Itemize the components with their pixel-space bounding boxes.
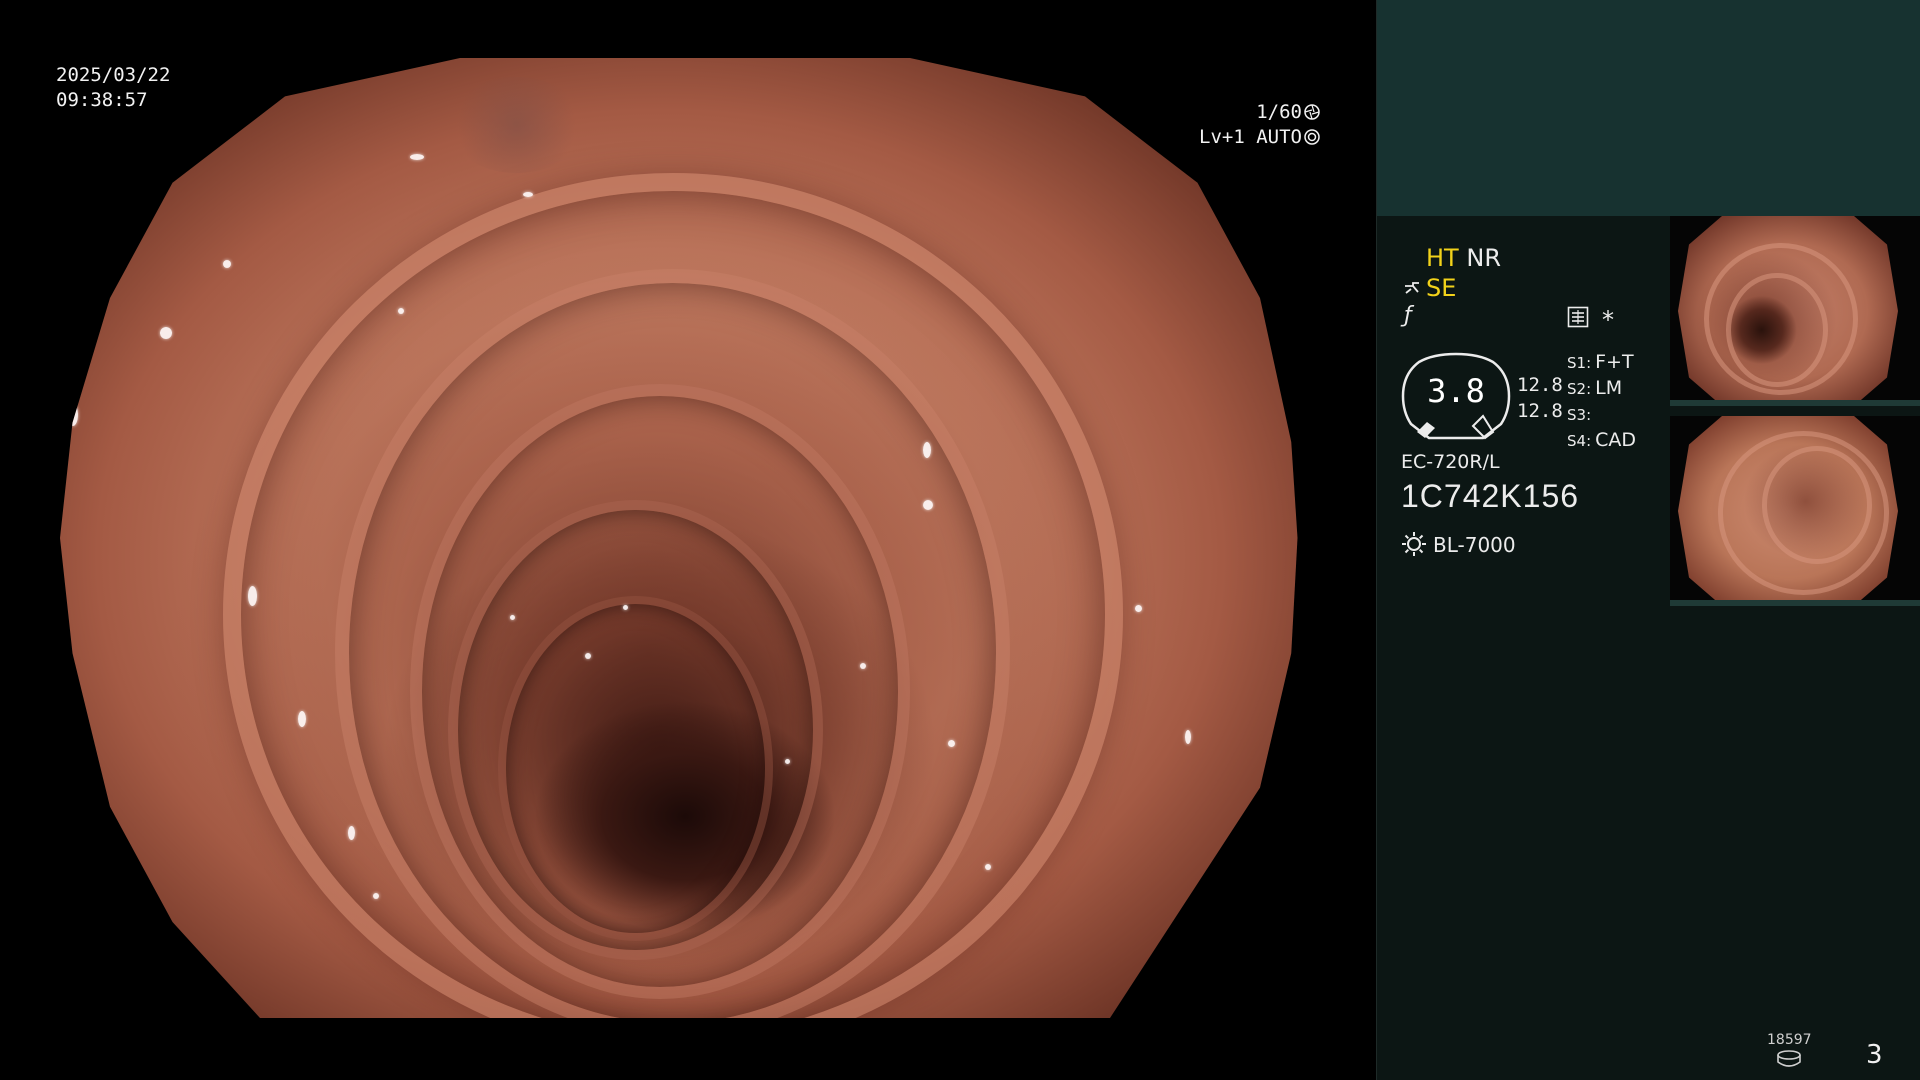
specular-highlight	[160, 326, 172, 339]
iris-value-2: 12.8	[1517, 400, 1563, 422]
specular-highlight	[922, 499, 933, 510]
switch-row-3: S3:	[1567, 406, 1592, 424]
specular-highlight	[860, 662, 866, 669]
exposure-icon	[1304, 129, 1320, 145]
info-panel-header	[1377, 0, 1920, 216]
exposure-readout: 1/60 Lv+1 AUTO	[1199, 100, 1320, 150]
thumbnail-fold	[1726, 273, 1828, 387]
level-label: Lv+1	[1199, 126, 1245, 148]
nr-mode-label: NR	[1466, 244, 1501, 272]
menu-list-icon	[1567, 306, 1589, 328]
specular-highlight	[247, 586, 257, 606]
light-source-label: BL-7000	[1433, 533, 1516, 557]
mucosal-fold	[410, 384, 910, 999]
endoscope-tip-icon	[1405, 282, 1419, 294]
mucosal-fold	[497, 595, 773, 942]
shutter-speed-label: 1/60	[1256, 101, 1302, 123]
captured-thumbnail-2[interactable]	[1670, 416, 1920, 606]
specular-highlight	[397, 307, 404, 314]
specular-highlight	[297, 710, 306, 727]
captured-thumbnail-1[interactable]	[1670, 216, 1920, 406]
aperture-icon	[1304, 104, 1320, 120]
function-icon: ƒ	[1404, 303, 1412, 328]
light-source-line: BL-7000	[1401, 531, 1516, 557]
thumbnail-fold	[1761, 446, 1872, 565]
specular-highlight	[585, 653, 591, 660]
specular-highlight	[222, 259, 231, 268]
zoom-value: 3.8	[1427, 372, 1485, 410]
thumbnail-bar	[1670, 400, 1920, 406]
specular-highlight	[372, 893, 379, 900]
disk-icon	[1777, 1050, 1801, 1067]
iris-values: 12.8 12.8	[1517, 372, 1563, 424]
scope-serial-label: 1C742K156	[1401, 478, 1580, 514]
switch-row-4: S4: CAD	[1567, 429, 1637, 451]
image-counter: 18597	[1767, 1032, 1812, 1048]
specular-highlight	[922, 442, 931, 458]
structure-enhance-line: SE	[1404, 274, 1456, 302]
star-marker: *	[1602, 306, 1614, 334]
image-mode-line: HT NR	[1426, 244, 1501, 272]
timestamp: 2025/03/22 09:38:57	[56, 63, 170, 113]
switch-row-1: S1: F+T	[1567, 351, 1634, 373]
scope-model-label: EC-720R/L	[1401, 451, 1500, 473]
date-label: 2025/03/22	[56, 64, 171, 86]
sun-icon	[1402, 532, 1426, 556]
endoscope-live-view	[60, 58, 1298, 1018]
specular-highlight	[67, 403, 78, 426]
ht-mode-label: HT	[1426, 244, 1459, 272]
specular-highlight	[985, 864, 991, 871]
exposure-mode-label: AUTO	[1256, 126, 1302, 148]
mucosal-spot	[447, 77, 585, 174]
thumbnail-image	[1678, 416, 1898, 606]
specular-highlight	[785, 758, 790, 764]
mucosal-fold	[335, 269, 1010, 1018]
specular-highlight	[947, 739, 955, 747]
mucosal-fold	[447, 499, 823, 961]
thumbnail-image	[1678, 216, 1898, 406]
zoom-indicator: 3.8	[1401, 352, 1511, 440]
specular-highlight	[522, 192, 533, 198]
specular-highlight	[510, 614, 515, 620]
menu-icon-wrap	[1567, 306, 1589, 332]
scope-switch-list: S1: F+T S2: LM S3: S4: CAD	[1567, 350, 1636, 454]
specular-highlight	[1185, 730, 1191, 744]
iris-value-1: 12.8	[1517, 374, 1563, 396]
mucosal-fold	[222, 173, 1123, 1018]
time-label: 09:38:57	[56, 89, 148, 111]
endoscopy-screen: 2025/03/22 09:38:57 1/60 Lv+1 AUTO HT NR	[0, 0, 1920, 1080]
specular-highlight	[1135, 605, 1142, 613]
se-label: SE	[1426, 274, 1457, 302]
switch-row-2: S2: LM	[1567, 377, 1623, 399]
specular-highlight	[410, 154, 424, 160]
specular-highlight	[622, 605, 628, 611]
thumbnail-bar	[1670, 600, 1920, 606]
page-number: 3	[1866, 1040, 1883, 1070]
specular-highlight	[347, 826, 355, 840]
